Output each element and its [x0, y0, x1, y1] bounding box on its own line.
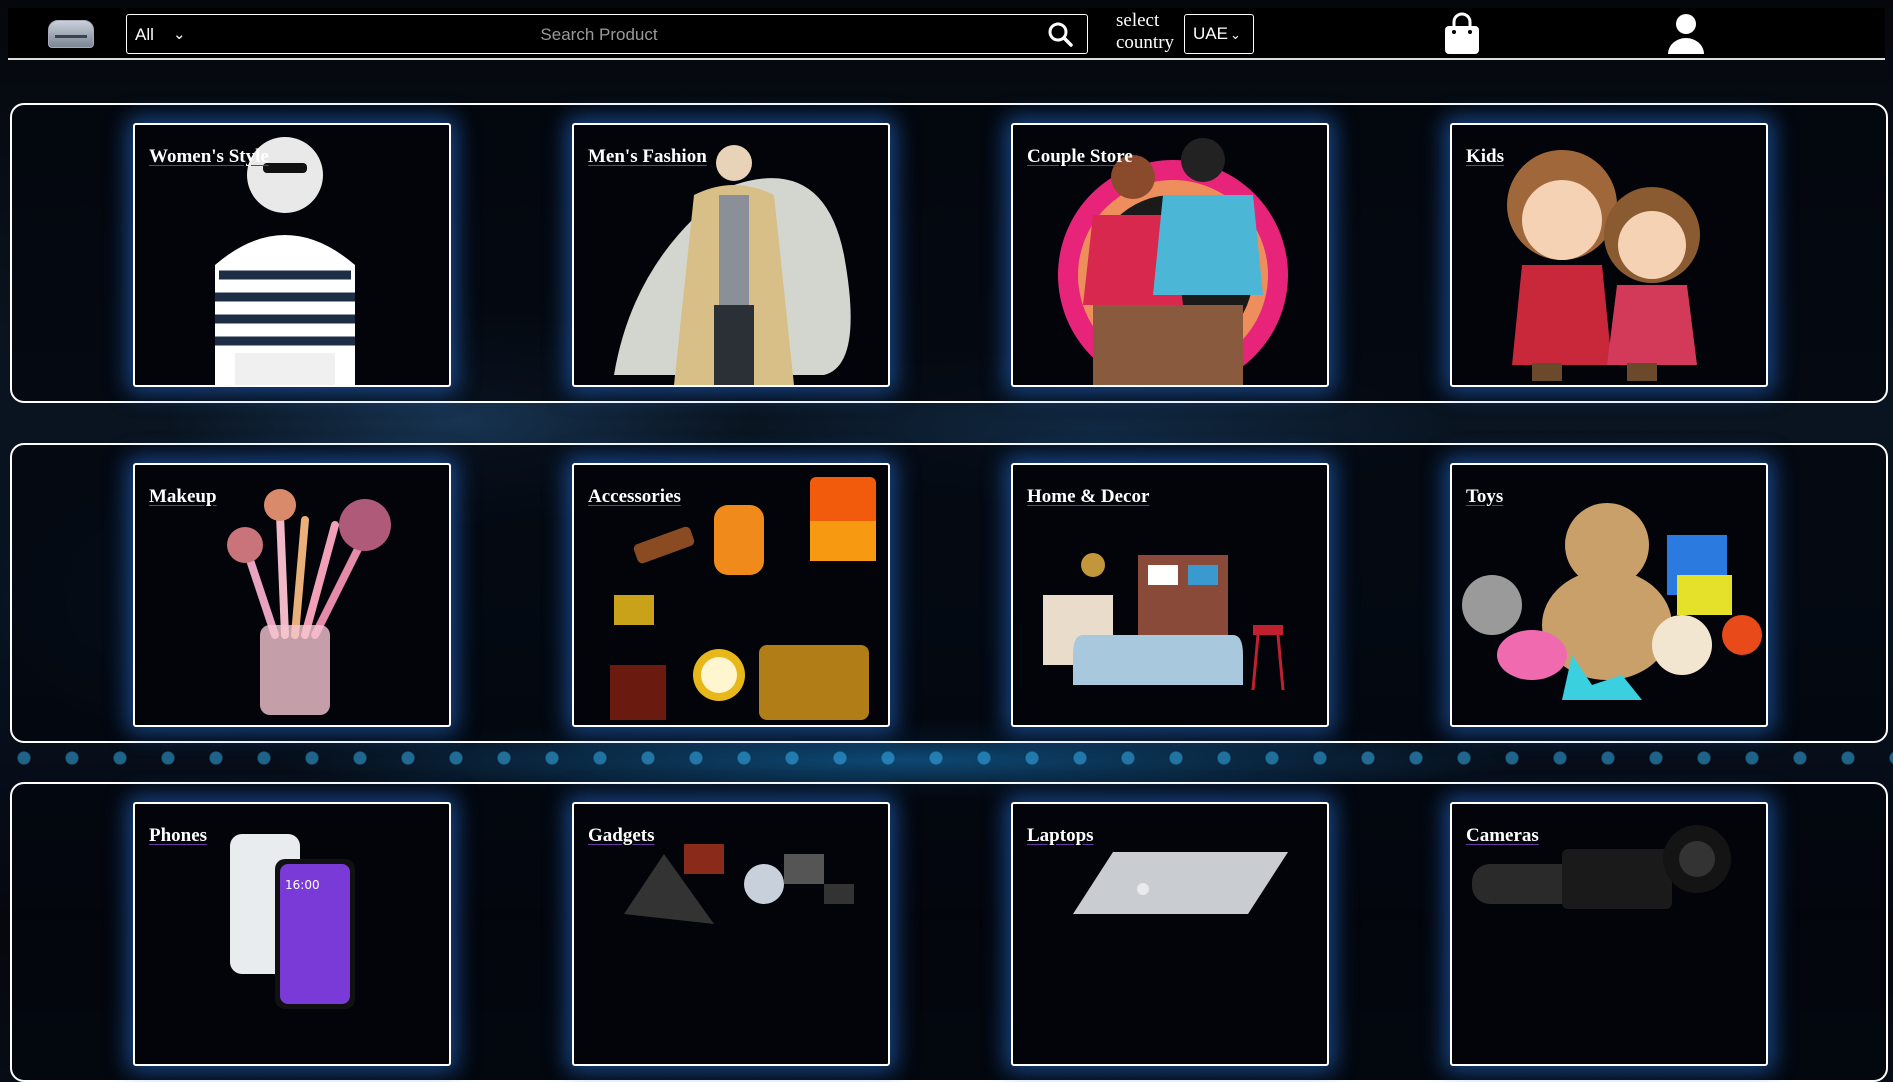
category-section-electronics: 16:00 Phones Gadgets Laptops Cameras [10, 782, 1888, 1082]
category-card-kids[interactable]: Kids [1450, 123, 1768, 387]
search-bar: All ⌄ [126, 14, 1088, 54]
category-card-cameras[interactable]: Cameras [1450, 802, 1768, 1066]
category-card-phones[interactable]: 16:00 Phones [133, 802, 451, 1066]
category-card-toys[interactable]: Toys [1450, 463, 1768, 727]
card-label: Couple Store [1027, 146, 1133, 167]
search-category-select[interactable]: All [135, 25, 154, 45]
background-light-dots [0, 740, 1893, 776]
user-account-icon[interactable] [1666, 12, 1706, 56]
category-card-home-decor[interactable]: Home & Decor [1011, 463, 1329, 727]
chevron-down-icon: ⌄ [1229, 28, 1241, 43]
card-label: Accessories [588, 486, 681, 507]
category-card-couple-store[interactable]: Couple Store [1011, 123, 1329, 387]
card-label: Toys [1466, 486, 1504, 507]
search-icon[interactable] [1047, 21, 1073, 47]
country-value: UAE [1193, 24, 1228, 43]
card-label: Men's Fashion [588, 146, 707, 167]
card-label: Makeup [149, 486, 217, 507]
card-label: Kids [1466, 146, 1505, 167]
phone-clock: 16:00 [285, 878, 320, 892]
top-navbar: All ⌄ select country UAE⌄ [8, 8, 1885, 60]
category-card-womens-style[interactable]: Women's Style [133, 123, 451, 387]
country-select[interactable]: UAE ⌄ [1184, 14, 1254, 54]
card-label: Laptops [1027, 825, 1094, 846]
site-logo[interactable] [48, 20, 94, 48]
category-card-laptops[interactable]: Laptops [1011, 802, 1329, 1066]
category-card-makeup[interactable]: Makeup [133, 463, 451, 727]
card-label: Home & Decor [1027, 486, 1150, 507]
card-label: Phones [149, 825, 208, 846]
category-section-fashion: Women's Style Men's Fashion Couple Store [10, 103, 1888, 403]
chevron-down-icon[interactable]: ⌄ [173, 25, 186, 43]
shopping-bag-icon[interactable] [1442, 12, 1482, 56]
card-label: Cameras [1466, 825, 1539, 846]
category-section-lifestyle: Makeup Accessories Home & Decor Toys [10, 443, 1888, 743]
category-card-mens-fashion[interactable]: Men's Fashion [572, 123, 890, 387]
category-card-gadgets[interactable]: Gadgets [572, 802, 890, 1066]
category-card-accessories[interactable]: Accessories [572, 463, 890, 727]
card-label: Women's Style [149, 146, 269, 167]
card-label: Gadgets [588, 825, 655, 846]
select-country-label: select country [1116, 10, 1175, 53]
search-input[interactable] [277, 20, 921, 50]
